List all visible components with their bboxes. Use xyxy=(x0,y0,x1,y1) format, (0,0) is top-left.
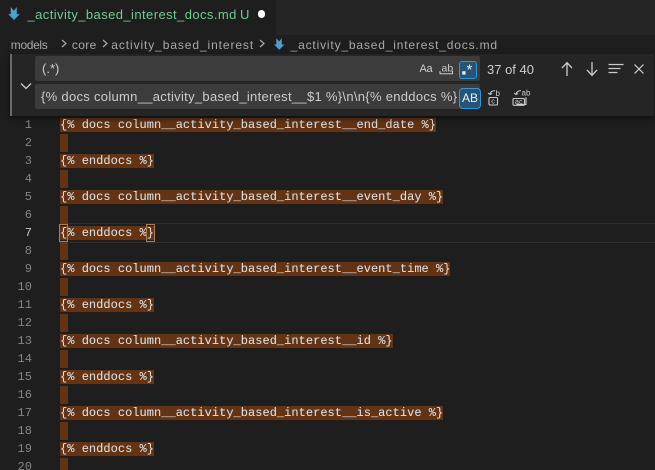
svg-text:ac: ac xyxy=(515,97,523,106)
svg-text:ab: ab xyxy=(522,89,531,98)
svg-text:c: c xyxy=(491,97,495,106)
svg-text:*: * xyxy=(466,62,472,77)
svg-text:ab: ab xyxy=(441,63,453,75)
svg-text:b: b xyxy=(496,89,501,98)
